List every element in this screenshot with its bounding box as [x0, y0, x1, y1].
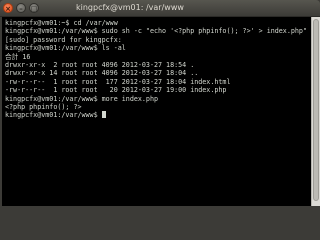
- terminal-line: drwxr-xr-x 14 root root 4096 2012-03-27 …: [5, 69, 199, 78]
- terminal-line: 合計 16: [5, 52, 31, 61]
- terminal-line: kingpcfx@vm01:/var/www$ sudo sh -c "echo…: [5, 27, 307, 36]
- window-controls: × – □: [3, 3, 39, 13]
- minimize-icon[interactable]: –: [16, 3, 26, 13]
- terminal-line: kingpcfx@vm01:/var/www$ more index.php: [5, 94, 158, 103]
- terminal-line: drwxr-xr-x 2 root root 4096 2012-03-27 1…: [5, 60, 195, 69]
- terminal-scrollbar[interactable]: [311, 17, 320, 206]
- terminal-prompt: kingpcfx@vm01:/var/www$: [5, 111, 102, 120]
- terminal-cursor: [101, 111, 106, 119]
- terminal-output[interactable]: kingpcfx@vm01:~$ cd /var/www kingpcfx@vm…: [2, 17, 311, 206]
- maximize-icon[interactable]: □: [29, 3, 39, 13]
- window-title: kingpcfx@vm01: /var/www: [76, 3, 184, 12]
- scrollbar-thumb[interactable]: [313, 19, 319, 201]
- terminal-line: -rw-r--r-- 1 root root 20 2012-03-27 19:…: [5, 86, 227, 95]
- terminal-window: × – □ kingpcfx@vm01: /var/www kingpcfx@v…: [0, 0, 320, 206]
- terminal-line: kingpcfx@vm01:/var/www$ ls -al: [5, 44, 126, 53]
- title-bar[interactable]: × – □ kingpcfx@vm01: /var/www: [0, 0, 320, 17]
- terminal-line: -rw-r--r-- 1 root root 177 2012-03-27 18…: [5, 77, 231, 86]
- terminal-line: kingpcfx@vm01:~$ cd /var/www: [5, 19, 118, 27]
- terminal-line: [sudo] password for kingpcfx:: [5, 35, 122, 44]
- close-icon[interactable]: ×: [3, 3, 13, 13]
- terminal-prompt-line[interactable]: kingpcfx@vm01:/var/www$: [5, 111, 309, 119]
- terminal-line: <?php phpinfo(); ?>: [5, 102, 82, 111]
